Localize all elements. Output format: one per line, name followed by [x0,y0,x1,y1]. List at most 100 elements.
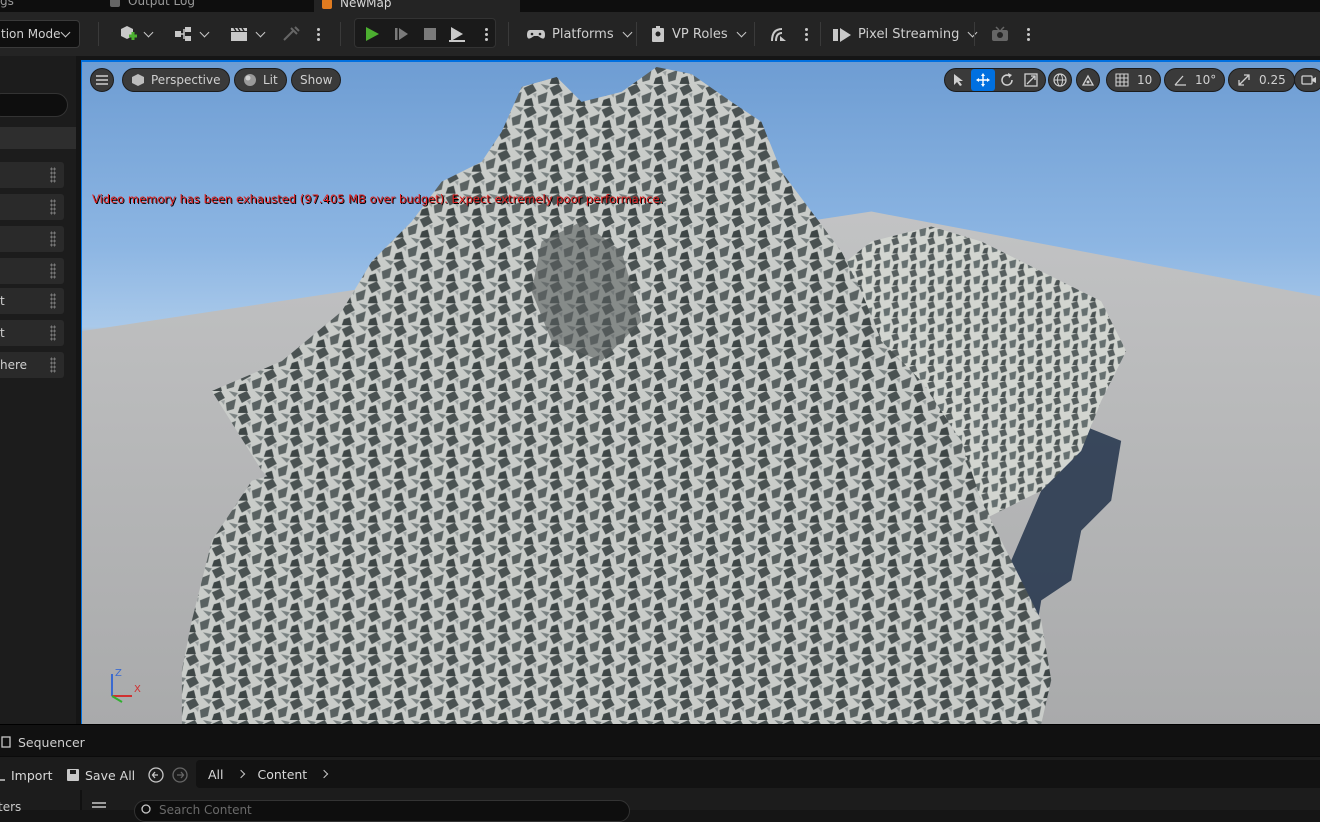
filters-label[interactable]: ters [0,800,21,814]
import-button[interactable]: Import [0,765,53,785]
list-item-label: here [0,358,28,372]
video-memory-warning: Video memory has been exhausted (97.405 … [92,192,664,206]
viewport-menu-button[interactable] [90,68,114,92]
gizmo-x-label: X [134,684,141,695]
rotate-tool[interactable] [995,69,1019,91]
transform-tools [944,68,1046,92]
save-icon [67,769,79,781]
list-item[interactable] [0,162,64,188]
tab-output-log[interactable]: Output Log [110,0,195,12]
chevron-right-icon[interactable] [319,769,329,779]
vp-roles-menu[interactable]: VP Roles [650,20,747,48]
tab-label: Output Log [128,0,195,8]
search-input[interactable] [0,93,68,117]
surface-snap-toggle[interactable] [1076,68,1100,92]
settings-options-button[interactable] [1022,20,1034,48]
gamepad-icon [527,30,545,39]
scale-snap-button[interactable]: 0.25 [1228,68,1295,92]
chevron-down-icon [199,27,209,37]
tab-label: gs [0,0,14,8]
breadcrumb-all[interactable]: All [208,767,224,782]
pixel-streaming-menu[interactable]: Pixel Streaming [832,20,978,48]
settings-button[interactable] [988,20,1014,48]
drag-handle-icon[interactable] [50,167,56,183]
mode-select[interactable]: tion Mode [0,20,80,48]
vp-options-button[interactable] [800,20,812,48]
search-content-input[interactable]: Search Content [134,800,630,822]
camera-settings-icon [992,26,1008,41]
advance-frame-button[interactable] [390,20,414,48]
grid-snap-button[interactable]: 10 [1106,68,1162,92]
perspective-button[interactable]: Perspective [122,68,230,92]
list-item[interactable]: t [0,320,64,346]
back-button[interactable] [148,765,164,785]
level-icon [322,0,332,9]
platforms-label: Platforms [552,26,614,42]
list-item[interactable] [0,194,64,220]
eject-button[interactable] [445,20,469,48]
forward-arrow-icon [172,767,188,783]
list-item[interactable] [0,226,64,252]
import-icon [0,779,5,781]
grid-icon [1115,73,1129,87]
chevron-right-icon[interactable] [236,769,245,779]
platforms-menu[interactable]: Platforms [526,20,633,48]
view-mode-button[interactable]: Lit [234,68,287,92]
main-toolbar: tion Mode Platforms VP Roles Pixel Strea… [0,12,1320,56]
drag-handle-icon[interactable] [50,357,56,373]
document-tab-strip: gs Output Log NewMap [0,0,1320,12]
breadcrumb-content[interactable]: Content [258,767,308,782]
scale-tool[interactable] [1019,69,1043,91]
grid-snap-value: 10 [1137,73,1153,87]
eject-icon [449,27,465,42]
list-item-label: t [0,326,5,340]
vp-roles-label: VP Roles [672,26,728,42]
place-actors-panel: t t here [0,56,80,724]
list-item[interactable]: t [0,288,64,314]
filter-menu-button[interactable] [92,802,106,812]
tab-label: NewMap [340,0,392,10]
play-options-button[interactable] [480,20,492,48]
list-item[interactable] [0,258,64,284]
cinematics-button[interactable] [226,20,266,48]
more-options-button[interactable] [312,20,324,48]
drag-handle-icon[interactable] [50,231,56,247]
gizmo-z-label: Z [115,668,122,679]
tab-new-map[interactable]: NewMap [314,0,520,12]
axis-gizmo-icon: Z X [111,668,141,703]
translate-tool[interactable] [971,69,995,91]
level-viewport[interactable]: Perspective Lit Show 10 10° 0.25 Video m… [81,60,1320,724]
save-all-button[interactable]: Save All [66,765,135,785]
drag-handle-icon[interactable] [50,199,56,215]
forward-button[interactable] [172,765,188,785]
sequencer-icon [1,736,11,748]
rotation-snap-button[interactable]: 10° [1164,68,1226,92]
world-local-toggle[interactable] [1048,68,1072,92]
play-button[interactable] [360,20,384,48]
add-actor-button[interactable] [114,20,154,48]
drag-handle-icon[interactable] [50,325,56,341]
select-tool[interactable] [947,69,971,91]
tab-partial-left[interactable]: gs [0,0,14,12]
cube-icon [132,74,144,86]
virtual-production-button[interactable] [768,20,792,48]
add-cube-icon [120,26,137,40]
tab-sequencer[interactable]: Sequencer [0,731,85,753]
rotation-snap-value: 10° [1195,73,1217,87]
step-forward-icon [395,28,408,40]
panel-scrollbar[interactable] [76,56,80,724]
list-item[interactable]: here [0,352,64,378]
toolbar-divider [508,22,509,46]
toolbar-divider [636,22,637,46]
drag-handle-icon[interactable] [50,263,56,279]
camera-speed-button[interactable] [1294,68,1320,92]
drag-handle-icon[interactable] [50,293,56,309]
scale-icon [1024,73,1038,87]
more-vertical-icon [482,27,490,41]
modeling-tools-button[interactable] [280,20,302,48]
show-button[interactable]: Show [291,68,342,92]
chevron-down-icon [255,27,265,37]
blueprint-button[interactable] [170,20,210,48]
more-vertical-icon [314,27,322,41]
stop-button[interactable] [418,20,442,48]
